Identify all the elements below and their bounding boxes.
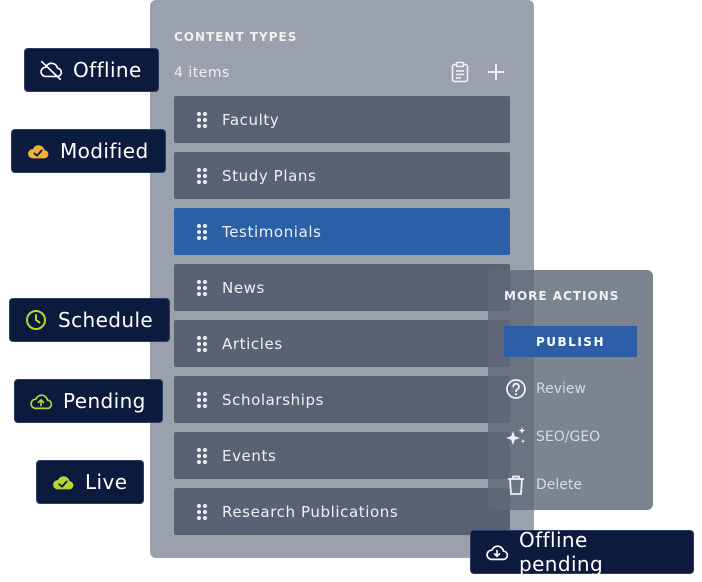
drag-handle-icon[interactable] bbox=[196, 223, 208, 241]
list-item-study-plans[interactable]: Study Plans bbox=[174, 152, 510, 199]
seo-geo-label: SEO/GEO bbox=[536, 429, 601, 445]
status-label-schedule: Schedule bbox=[58, 308, 154, 332]
drag-handle-icon[interactable] bbox=[196, 279, 208, 297]
review-action[interactable]: Review bbox=[504, 377, 586, 401]
delete-label: Delete bbox=[536, 477, 582, 493]
status-label-offline-pending: Offline pending bbox=[519, 528, 604, 576]
cloud-upload-icon bbox=[29, 389, 53, 413]
more-actions-title: MORE ACTIONS bbox=[504, 289, 620, 303]
question-circle-icon bbox=[504, 377, 528, 401]
cloud-check-icon bbox=[51, 470, 75, 494]
cloud-off-icon bbox=[39, 58, 63, 82]
list-item-research-publications[interactable]: Research Publications bbox=[174, 488, 510, 535]
status-badge-pending: Pending bbox=[15, 380, 162, 422]
panel-toolbar bbox=[448, 60, 508, 84]
status-badge-offline-pending: Offline pending bbox=[471, 528, 693, 576]
publish-button[interactable]: PUBLISH bbox=[504, 326, 637, 357]
list-item-label: Faculty bbox=[222, 110, 280, 129]
list-item-news[interactable]: News bbox=[174, 264, 510, 311]
delete-action[interactable]: Delete bbox=[504, 473, 582, 497]
clock-icon bbox=[24, 308, 48, 332]
list-item-label: Articles bbox=[222, 334, 283, 353]
list-item-label: Study Plans bbox=[222, 166, 317, 185]
status-badge-schedule: Schedule bbox=[10, 299, 170, 341]
list-item-faculty[interactable]: Faculty bbox=[174, 96, 510, 143]
status-label-modified: Modified bbox=[60, 139, 149, 163]
cloud-check-icon bbox=[26, 139, 50, 163]
status-label-live: Live bbox=[85, 470, 128, 494]
list-item-scholarships[interactable]: Scholarships bbox=[174, 376, 510, 423]
list-item-events[interactable]: Events bbox=[174, 432, 510, 479]
list-item-label: Scholarships bbox=[222, 390, 325, 409]
content-type-list: Faculty Study Plans Testimonials News Ar… bbox=[174, 96, 510, 544]
list-item-articles[interactable]: Articles bbox=[174, 320, 510, 367]
more-actions-menu: MORE ACTIONS PUBLISH Review SEO/GEO Dele… bbox=[488, 270, 653, 510]
status-label-offline: Offline bbox=[73, 58, 142, 82]
trash-icon bbox=[504, 473, 528, 497]
list-item-label: Events bbox=[222, 446, 277, 465]
review-label: Review bbox=[536, 381, 586, 397]
item-count: 4 items bbox=[174, 65, 230, 81]
cloud-download-icon bbox=[485, 540, 509, 564]
drag-handle-icon[interactable] bbox=[196, 391, 208, 409]
content-types-title: CONTENT TYPES bbox=[174, 30, 298, 44]
list-item-testimonials[interactable]: Testimonials bbox=[174, 208, 510, 255]
status-label-pending: Pending bbox=[63, 389, 146, 413]
status-badge-modified: Modified bbox=[12, 130, 165, 172]
list-item-label: Testimonials bbox=[222, 222, 322, 241]
sparkles-icon bbox=[504, 425, 528, 449]
plus-icon[interactable] bbox=[484, 60, 508, 84]
drag-handle-icon[interactable] bbox=[196, 503, 208, 521]
list-item-label: Research Publications bbox=[222, 502, 399, 521]
drag-handle-icon[interactable] bbox=[196, 111, 208, 129]
drag-handle-icon[interactable] bbox=[196, 447, 208, 465]
content-types-panel: CONTENT TYPES 4 items Faculty Study Plan… bbox=[150, 0, 534, 558]
list-item-label: News bbox=[222, 278, 265, 297]
status-badge-offline: Offline bbox=[25, 49, 158, 91]
status-badge-live: Live bbox=[37, 461, 144, 503]
drag-handle-icon[interactable] bbox=[196, 335, 208, 353]
seo-geo-action[interactable]: SEO/GEO bbox=[504, 425, 600, 449]
clipboard-icon[interactable] bbox=[448, 60, 472, 84]
drag-handle-icon[interactable] bbox=[196, 167, 208, 185]
